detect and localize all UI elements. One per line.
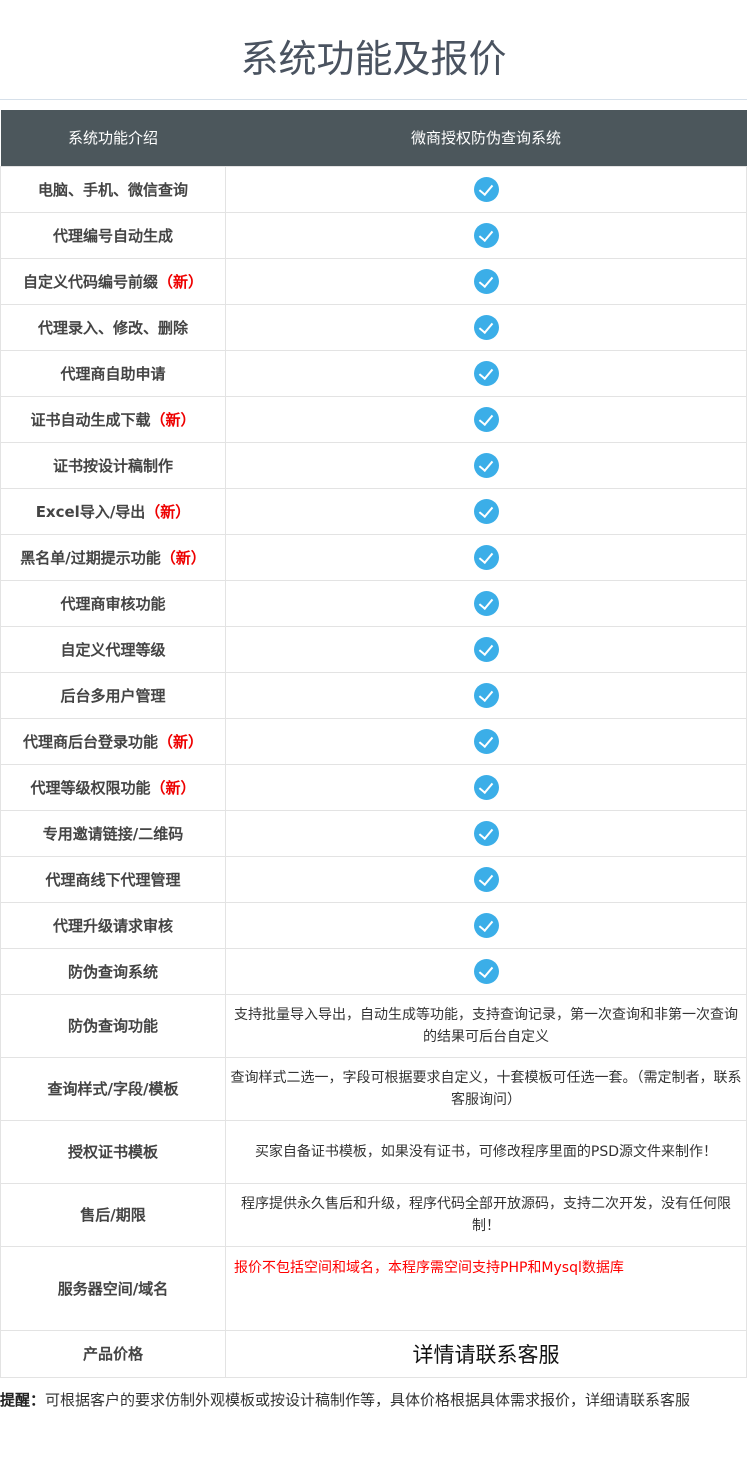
table-row: 自定义代理等级: [0, 625, 747, 673]
table-row: 查询样式/字段/模板 查询样式二选一，字段可根据要求自定义，十套模板可任选一套。（…: [0, 1056, 747, 1121]
feature-label: 代理升级请求审核: [0, 901, 226, 949]
check-icon: [473, 774, 499, 800]
table-row: 黑名单/过期提示功能（新）: [0, 533, 747, 581]
feature-label: 代理商后台登录功能（新）: [0, 717, 226, 765]
table-row: 产品价格 详情请联系客服: [0, 1329, 747, 1378]
check-icon: [473, 406, 499, 432]
table-row: 代理商后台登录功能（新）: [0, 717, 747, 765]
page-title: 系统功能及报价: [0, 0, 747, 100]
feature-table: 系统功能介绍 微商授权防伪查询系统 电脑、手机、微信查询 代理编号自动生成 自定义代…: [0, 110, 747, 1378]
table-row: 电脑、手机、微信查询: [0, 165, 747, 213]
new-badge: （新）: [158, 732, 204, 751]
feature-label: 自定义代理等级: [0, 625, 226, 673]
feature-label: 服务器空间/域名: [0, 1245, 226, 1331]
check-icon: [473, 314, 499, 340]
feature-label: 代理商自助申请: [0, 349, 226, 397]
check-icon: [473, 360, 499, 386]
check-icon: [473, 452, 499, 478]
feature-label: 代理编号自动生成: [0, 211, 226, 259]
check-icon: [473, 682, 499, 708]
feature-label: 防伪查询功能: [0, 993, 226, 1058]
feature-label: 查询样式/字段/模板: [0, 1056, 226, 1121]
table-row: Excel导入/导出（新）: [0, 487, 747, 535]
check-icon: [473, 912, 499, 938]
check-icon: [473, 590, 499, 616]
table-row: 证书自动生成下载（新）: [0, 395, 747, 443]
header-product: 微商授权防伪查询系统: [225, 110, 747, 166]
feature-label: 电脑、手机、微信查询: [0, 165, 226, 213]
server-note: 报价不包括空间和域名，本程序需空间支持PHP和Mysql数据库: [225, 1245, 747, 1331]
feature-detail: 支持批量导入导出，自动生成等功能，支持查询记录，第一次查询和非第一次查询的结果可…: [225, 993, 747, 1058]
new-badge: （新）: [150, 778, 196, 797]
table-row: 自定义代码编号前缀（新）: [0, 257, 747, 305]
check-icon: [473, 636, 499, 662]
new-badge: （新）: [150, 410, 196, 429]
new-badge: （新）: [145, 502, 191, 521]
reminder-note: 提醒：可根据客户的要求仿制外观模板或按设计稿制作等，具体价格根据具体需求报价，详…: [0, 1390, 691, 1409]
check-icon: [473, 958, 499, 984]
table-row: 防伪查询系统: [0, 947, 747, 995]
feature-label: 授权证书模板: [0, 1119, 226, 1184]
feature-detail: 程序提供永久售后和升级，程序代码全部开放源码，支持二次开发，没有任何限制！: [225, 1182, 747, 1247]
new-badge: （新）: [158, 272, 204, 291]
header-features: 系统功能介绍: [0, 110, 226, 166]
feature-label: 代理录入、修改、删除: [0, 303, 226, 351]
table-row: 代理升级请求审核: [0, 901, 747, 949]
check-icon: [473, 820, 499, 846]
feature-label: 后台多用户管理: [0, 671, 226, 719]
check-icon: [473, 866, 499, 892]
price-label: 产品价格: [0, 1329, 226, 1378]
table-row: 代理等级权限功能（新）: [0, 763, 747, 811]
new-badge: （新）: [160, 548, 206, 567]
feature-label: 自定义代码编号前缀（新）: [0, 257, 226, 305]
table-row: 代理商审核功能: [0, 579, 747, 627]
table-row: 售后/期限 程序提供永久售后和升级，程序代码全部开放源码，支持二次开发，没有任何限…: [0, 1182, 747, 1247]
feature-label: 证书自动生成下载（新）: [0, 395, 226, 443]
feature-label: 证书按设计稿制作: [0, 441, 226, 489]
table-row: 防伪查询功能 支持批量导入导出，自动生成等功能，支持查询记录，第一次查询和非第一次…: [0, 993, 747, 1058]
check-icon: [473, 728, 499, 754]
feature-label: Excel导入/导出（新）: [0, 487, 226, 535]
check-icon: [473, 222, 499, 248]
feature-detail: 查询样式二选一，字段可根据要求自定义，十套模板可任选一套。（需定制者，联系客服询…: [225, 1056, 747, 1121]
price-value: 详情请联系客服: [225, 1329, 747, 1378]
table-row: 专用邀请链接/二维码: [0, 809, 747, 857]
feature-label: 代理等级权限功能（新）: [0, 763, 226, 811]
check-icon: [473, 176, 499, 202]
table-row: 服务器空间/域名 报价不包括空间和域名，本程序需空间支持PHP和Mysql数据库: [0, 1245, 747, 1331]
table-row: 证书按设计稿制作: [0, 441, 747, 489]
table-row: 代理商线下代理管理: [0, 855, 747, 903]
feature-label: 黑名单/过期提示功能（新）: [0, 533, 226, 581]
check-icon: [473, 498, 499, 524]
feature-label: 代理商线下代理管理: [0, 855, 226, 903]
table-row: 代理录入、修改、删除: [0, 303, 747, 351]
feature-detail: 买家自备证书模板，如果没有证书，可修改程序里面的PSD源文件来制作！: [225, 1119, 747, 1184]
feature-label: 售后/期限: [0, 1182, 226, 1247]
table-row: 代理编号自动生成: [0, 211, 747, 259]
feature-label: 专用邀请链接/二维码: [0, 809, 226, 857]
table-row: 授权证书模板 买家自备证书模板，如果没有证书，可修改程序里面的PSD源文件来制作！: [0, 1119, 747, 1184]
check-icon: [473, 544, 499, 570]
table-row: 后台多用户管理: [0, 671, 747, 719]
feature-label: 代理商审核功能: [0, 579, 226, 627]
check-icon: [473, 268, 499, 294]
table-row: 代理商自助申请: [0, 349, 747, 397]
feature-label: 防伪查询系统: [0, 947, 226, 995]
